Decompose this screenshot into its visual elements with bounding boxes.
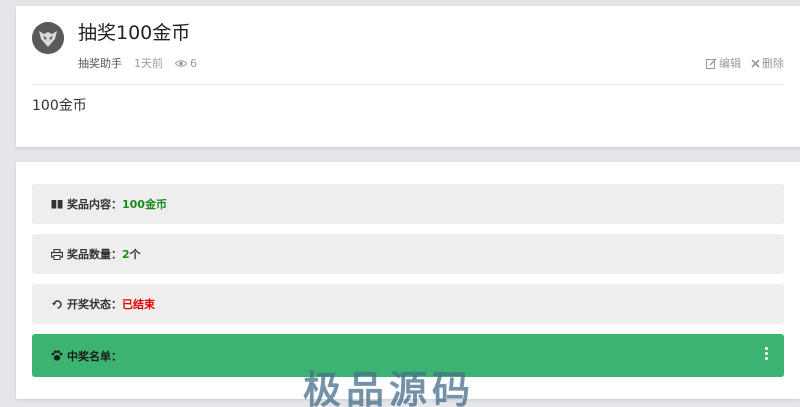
print-icon — [50, 248, 64, 260]
edit-button[interactable]: 编辑 — [706, 55, 741, 71]
quantity-unit: 个 — [129, 248, 141, 261]
post-meta: 抽奖助手 1天前 6 — [78, 55, 197, 71]
quantity-value: 2 — [122, 247, 130, 261]
winners-label: 中奖名单： — [67, 349, 122, 363]
eye-icon — [175, 59, 187, 67]
delete-label: 删除 — [762, 57, 784, 70]
status-value: 已结束 — [122, 298, 155, 311]
divider — [32, 84, 784, 85]
post-time: 1天前 — [134, 57, 163, 70]
gift-icon — [50, 199, 64, 209]
watermark-logo: 极品源码 — [303, 368, 476, 407]
view-count: 6 — [175, 57, 197, 70]
refresh-icon — [50, 299, 64, 310]
delete-button[interactable]: 删除 — [751, 55, 784, 71]
post-card: 抽奖100金币 抽奖助手 1天前 6 编辑 删除 100金币 — [16, 6, 800, 147]
post-content: 100金币 — [32, 98, 87, 114]
status-label: 开奖状态： — [67, 298, 122, 311]
avatar-logo-icon — [32, 22, 64, 54]
author-avatar[interactable] — [32, 22, 64, 54]
prize-value: 100金币 — [122, 198, 167, 211]
prize-label: 奖品内容： — [67, 198, 122, 211]
vertical-dots-icon[interactable] — [765, 347, 768, 360]
paw-icon — [50, 350, 64, 361]
status-row: 开奖状态： 已结束 — [32, 284, 784, 324]
post-title: 抽奖100金币 — [78, 22, 191, 44]
edit-label: 编辑 — [719, 57, 741, 70]
post-actions: 编辑 删除 — [706, 55, 784, 71]
quantity-label: 奖品数量： — [67, 248, 122, 261]
view-count-value: 6 — [190, 56, 197, 70]
prize-row: 奖品内容： 100金币 — [32, 184, 784, 224]
quantity-row: 奖品数量： 2 个 — [32, 234, 784, 274]
close-icon — [751, 58, 760, 68]
author-name[interactable]: 抽奖助手 — [78, 55, 122, 71]
edit-icon — [706, 58, 717, 69]
